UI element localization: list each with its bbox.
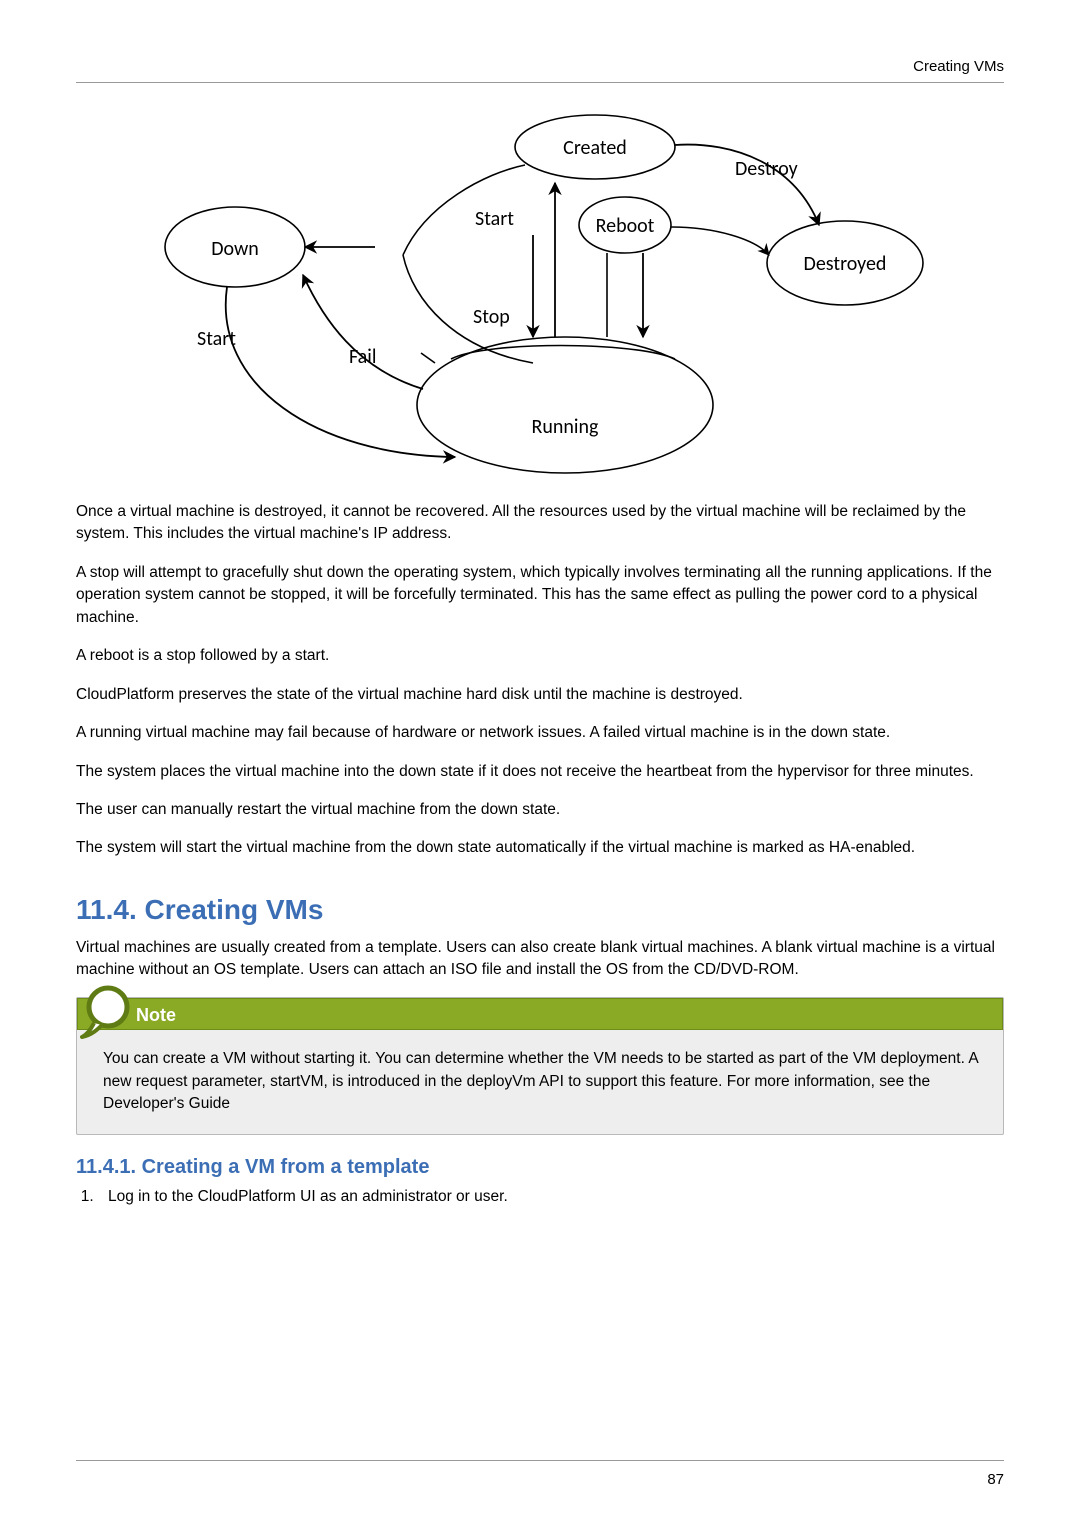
steps-list: Log in to the CloudPlatform UI as an adm… [76, 1186, 1004, 1208]
page-footer: 87 [76, 1460, 1004, 1491]
state-created: Created [563, 136, 627, 160]
para-heartbeat: The system places the virtual machine in… [76, 761, 1004, 783]
para-fail-down: A running virtual machine may fail becau… [76, 722, 1004, 744]
speech-bubble-icon [78, 999, 136, 1029]
subsection-heading: 11.4.1. Creating a VM from a template [76, 1153, 1004, 1182]
note-box: Note You can create a VM without startin… [76, 997, 1004, 1134]
header-title: Creating VMs [913, 58, 1004, 75]
state-running: Running [532, 415, 599, 439]
running-header: Creating VMs [76, 56, 1004, 83]
label-reboot: Reboot [596, 214, 655, 238]
step-1: Log in to the CloudPlatform UI as an adm… [98, 1186, 1004, 1208]
para-reboot: A reboot is a stop followed by a start. [76, 645, 1004, 667]
para-destroy-recover: Once a virtual machine is destroyed, it … [76, 501, 1004, 546]
state-down: Down [211, 237, 259, 261]
para-stop-graceful: A stop will attempt to gracefully shut d… [76, 562, 1004, 629]
vm-lifecycle-diagram: Created Running Down Destroyed Reboot St… [155, 105, 925, 475]
para-ha-enabled: The system will start the virtual machin… [76, 837, 1004, 859]
label-destroy: Destroy [735, 157, 798, 181]
state-diagram: Created Running Down Destroyed Reboot St… [76, 105, 1004, 475]
label-start: Start [475, 207, 514, 231]
note-body: You can create a VM without starting it.… [77, 1030, 1003, 1133]
section-heading: 11.4. Creating VMs [76, 890, 1004, 931]
para-manual-restart: The user can manually restart the virtua… [76, 799, 1004, 821]
para-preserve-disk: CloudPlatform preserves the state of the… [76, 684, 1004, 706]
section-intro: Virtual machines are usually created fro… [76, 937, 1004, 982]
page-number: 87 [987, 1471, 1004, 1488]
label-stop: Stop [473, 305, 510, 329]
note-label: Note [136, 1001, 176, 1028]
note-header: Note [77, 998, 1003, 1030]
state-destroyed: Destroyed [804, 252, 887, 276]
